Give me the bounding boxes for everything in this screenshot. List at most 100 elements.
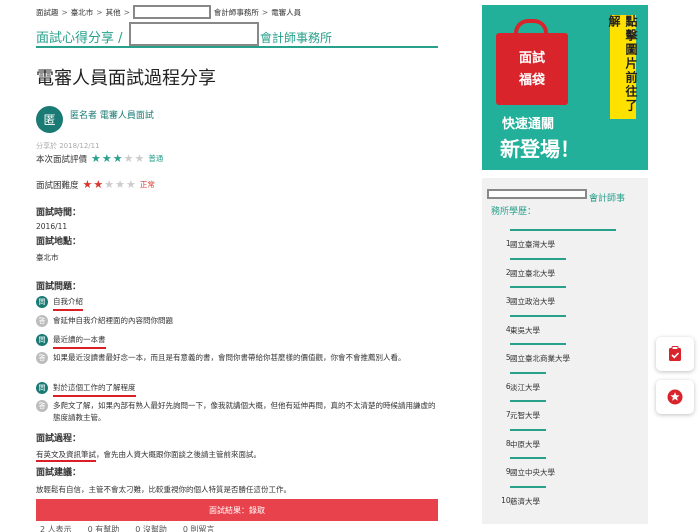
question-text: 對於這個工作的了解程度 xyxy=(53,382,136,397)
ad-line-2: 新登場！ xyxy=(500,137,580,161)
school-list-item[interactable]: 1. 國立臺灣大學 xyxy=(496,225,644,254)
education-panel: 會計師事 務所學歷： 1. 國立臺灣大學 2. 國立臺北大學 3. 國立政治大學 4. 東吳大… xyxy=(482,178,648,524)
questions-heading: 面試問題： xyxy=(36,282,82,292)
school-name: 國立臺北大學 xyxy=(510,268,555,278)
answer-text: 如果最近沒讀書最好念一本，而且是有意義的書，會問你書帶給你甚麼樣的價值觀，你會不… xyxy=(53,353,406,362)
breadcrumb: 面試趣 > 臺北市 > 其他 > 會計師事務所 > 電審人員 xyxy=(36,5,301,19)
question-item: 問 最近讀的一本書 xyxy=(36,334,438,349)
process-text: 有英文及資訊筆試，會先由人資大概跟你面談之後請主管前來面試。 xyxy=(36,449,261,462)
rating-stars: ★ ★ ★ ★ ★ xyxy=(91,152,144,165)
school-name: 國立中央大學 xyxy=(510,468,555,477)
answer-item: 答 多爬文了解，如果內部有熟人最好先詢問一下，像我就講個大概，但他有延伸再問，真… xyxy=(36,400,438,424)
school-list-item[interactable]: 4. 東吳大學 xyxy=(496,311,644,340)
school-bar xyxy=(510,371,547,374)
star-icon: ★ xyxy=(93,178,104,191)
school-bar xyxy=(510,343,567,345)
question-badge-icon: 問 xyxy=(36,296,48,308)
school-bar xyxy=(510,229,616,231)
school-bar xyxy=(510,457,547,459)
clipboard-check-icon[interactable] xyxy=(656,337,694,371)
school-bar xyxy=(510,286,567,288)
breadcrumb-job[interactable]: 電審人員 xyxy=(271,7,301,18)
question-badge-icon: 問 xyxy=(36,382,48,394)
school-name: 國立臺北商業大學 xyxy=(510,354,570,363)
star-empty-icon: ★ xyxy=(104,178,115,191)
redacted-company-name xyxy=(132,5,211,19)
school-name: 淡江大學 xyxy=(510,382,540,392)
process-highlight: 有英文及資訊筆試 xyxy=(36,450,96,462)
star-circle-icon[interactable] xyxy=(656,380,694,414)
question-text: 自我介紹 xyxy=(53,296,83,311)
difficulty-label: 面試困難度 xyxy=(36,180,79,191)
advice-heading: 面試建議： xyxy=(36,468,82,478)
education-heading: 會計師事 xyxy=(589,194,626,204)
header-label: 面試心得分享 / xyxy=(36,31,123,46)
answer-badge-icon: 答 xyxy=(36,315,48,327)
question-item: 問 對於這個工作的了解程度 xyxy=(36,382,438,397)
difficulty-row: 面試困難度 ★ ★ ★ ★ ★ 正常 xyxy=(36,178,155,191)
answer-item: 答 會延伸自我介紹裡面的內容問你問題 xyxy=(36,315,438,327)
process-rest: ，會先由人資大概跟你面談之後請主管前來面試。 xyxy=(96,450,261,459)
breadcrumb-category[interactable]: 其他 xyxy=(106,7,121,18)
breadcrumb-city[interactable]: 臺北市 xyxy=(71,7,94,18)
location-value: 臺北市 xyxy=(36,253,59,262)
school-list-item[interactable]: 5. 國立臺北商業大學 xyxy=(496,339,644,368)
lucky-bag-icon: 面試 福袋 xyxy=(496,19,568,105)
advice-text: 放輕鬆有自信，主管不會太刁難，比較重視你的個人特質是否勝任這份工作。 xyxy=(36,485,291,494)
promo-ad-banner[interactable]: 面試 福袋 點擊圖片前往了解 快速通關 新登場！ xyxy=(482,5,648,170)
time-value: 2016/11 xyxy=(36,222,68,231)
school-list: 1. 國立臺灣大學 2. 國立臺北大學 3. 國立政治大學 4. 東吳大學 5. 國立臺北商業大學… xyxy=(496,225,644,510)
difficulty-tag: 正常 xyxy=(139,180,155,189)
answer-item: 答 如果最近沒讀書最好念一本，而且是有意義的書，會問你書帶給你甚麼樣的價值觀，你… xyxy=(36,352,438,364)
answer-badge-icon: 答 xyxy=(36,352,48,364)
question-badge-icon: 問 xyxy=(36,334,48,346)
page-title: 電審人員面試過程分享 xyxy=(36,68,216,89)
school-name: 國立政治大學 xyxy=(510,297,555,306)
answer-text: 多爬文了解，如果內部有熟人最好先詢問一下，像我就講個大概，但他有延伸再問，真的不… xyxy=(53,401,436,422)
school-list-item[interactable]: 6. 淡江大學 xyxy=(496,368,644,397)
school-name: 國立臺灣大學 xyxy=(510,240,555,249)
star-empty-icon: ★ xyxy=(126,178,136,191)
author-name[interactable]: 匿名者 電審人員面試 xyxy=(70,108,154,121)
school-name: 東吳大學 xyxy=(510,325,540,335)
rating-row: 本次面試評價 ★ ★ ★ ★ ★ 普通 xyxy=(36,152,163,165)
bag-text-2: 福袋 xyxy=(518,73,545,88)
location-heading: 面試地點： xyxy=(36,237,82,247)
star-empty-icon: ★ xyxy=(123,152,134,165)
answer-text: 會延伸自我介紹裡面的內容問你問題 xyxy=(53,316,173,325)
school-name: 中原大學 xyxy=(510,439,540,449)
feedback-actions[interactable]: 2 人表示 0 有幫助 0 沒幫助 0 則留言 xyxy=(40,524,215,532)
result-bar: 面試結果：錄取 xyxy=(36,499,438,521)
rating-tag: 普通 xyxy=(148,154,164,163)
star-empty-icon: ★ xyxy=(115,178,126,191)
share-date: 分享於 2018/12/11 xyxy=(36,142,100,150)
school-list-item[interactable]: 8. 中原大學 xyxy=(496,425,644,454)
breadcrumb-company[interactable]: 會計師事務所 xyxy=(214,7,259,18)
star-icon: ★ xyxy=(82,178,93,191)
school-list-item[interactable]: 7. 元智大學 xyxy=(496,396,644,425)
school-list-item[interactable]: 9. 國立中央大學 xyxy=(496,453,644,482)
school-bar xyxy=(510,428,547,431)
rating-label: 本次面試評價 xyxy=(36,154,88,165)
question-text: 最近讀的一本書 xyxy=(53,334,106,349)
time-heading: 面試時間： xyxy=(36,208,82,218)
redacted-company-side xyxy=(487,189,587,199)
question-item: 問 自我介紹 xyxy=(36,296,438,311)
school-name: 慈濟大學 xyxy=(510,496,540,506)
school-list-item[interactable]: 2. 國立臺北大學 xyxy=(496,254,644,283)
header-company-link[interactable]: 會計師事務所 xyxy=(260,29,332,46)
school-list-item[interactable]: 10. 慈濟大學 xyxy=(496,482,644,511)
school-bar xyxy=(510,314,567,317)
school-bar xyxy=(510,485,547,488)
education-heading-2: 務所學歷： xyxy=(491,207,537,217)
school-bar xyxy=(510,257,567,260)
process-heading: 面試過程： xyxy=(36,434,82,444)
avatar: 匿 xyxy=(36,106,63,133)
star-icon: ★ xyxy=(112,152,123,165)
star-empty-icon: ★ xyxy=(134,152,145,165)
school-list-item[interactable]: 3. 國立政治大學 xyxy=(496,282,644,311)
breadcrumb-home[interactable]: 面試趣 xyxy=(36,7,59,18)
answer-badge-icon: 答 xyxy=(36,400,48,412)
star-icon: ★ xyxy=(91,152,101,165)
star-icon: ★ xyxy=(101,152,112,165)
